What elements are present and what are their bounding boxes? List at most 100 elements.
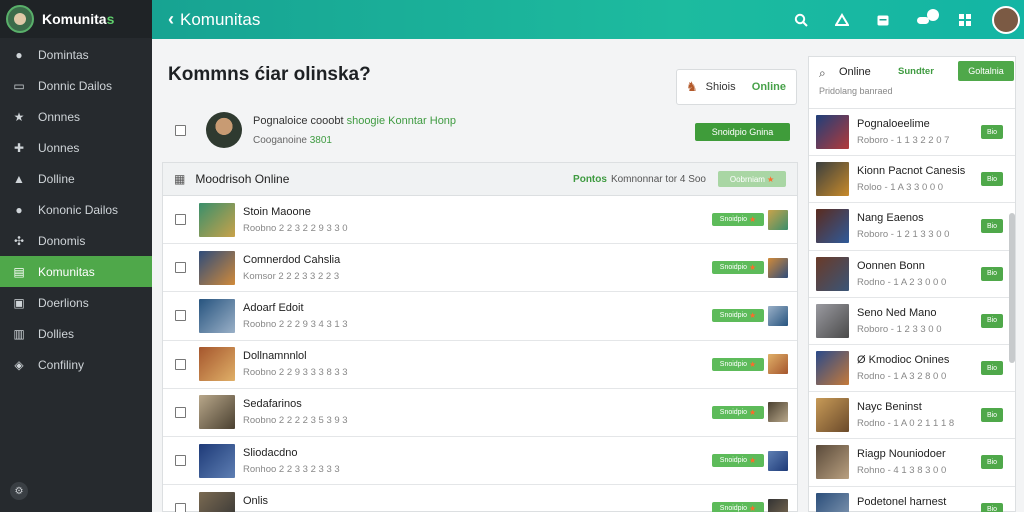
row-tag[interactable]: Snoidpio ★: [712, 405, 764, 419]
panel-scrollbar[interactable]: [1009, 213, 1015, 363]
sidebar-item[interactable]: ▣ Doerlions: [0, 287, 152, 318]
panel-item[interactable]: Riagp Nouniodoer Rohno - 4 1 3 8 3 0 0 Bio: [809, 439, 1015, 487]
sidebar-item[interactable]: ● Domintas: [0, 39, 152, 70]
row-thumbnail: [199, 298, 235, 333]
panel-list: Pognaloeelime Roboro - 1 1 3 2 2 0 7 Bio Ki…: [809, 109, 1015, 512]
brand[interactable]: Komunitas: [0, 0, 152, 38]
row-meta: Roobno 2 2 3 2 2 9 3 3 0: [243, 222, 348, 234]
panel-item-name: Podetonel harnest: [857, 495, 947, 508]
panel-item[interactable]: Ø Kmodioc Onines Rodno - 1 A 3 2 8 0 0 Bio: [809, 345, 1015, 393]
row-name: Dollnamnnlol: [243, 350, 307, 363]
row-mini-thumbnail[interactable]: [768, 305, 788, 326]
sidebar-item-label: Donomis: [38, 233, 86, 248]
sidebar-item[interactable]: ★ Onnnes: [0, 101, 152, 132]
row-checkbox[interactable]: [175, 214, 186, 226]
calendar-icon[interactable]: [870, 7, 896, 33]
row-name: Adoarf Edoit: [243, 301, 304, 314]
panel-item-meta: Roloo - 1 A 3 3 0 0 0: [857, 182, 944, 194]
back-arrow-icon[interactable]: ‹: [168, 9, 174, 30]
row-checkbox[interactable]: [175, 503, 186, 512]
table-row[interactable]: Sedafarinos Roobno 2 2 2 2 3 5 3 9 3 Snoid…: [163, 389, 797, 437]
panel-item-tag[interactable]: Bio: [981, 266, 1003, 281]
profile-avatar: [206, 112, 242, 148]
sidebar-item[interactable]: ✣ Donomis: [0, 225, 152, 256]
row-checkbox[interactable]: [175, 455, 186, 467]
panel-item[interactable]: Nayc Beninst Rodno - 1 A 0 2 1 1 1 8 Bio: [809, 392, 1015, 440]
table-row[interactable]: Stoin Maoone Roobno 2 2 3 2 2 9 3 3 0 Snoi…: [163, 196, 797, 245]
row-checkbox[interactable]: [175, 358, 186, 370]
panel-action-button[interactable]: Goltalnia: [958, 61, 1014, 81]
panel-item-tag[interactable]: Bio: [981, 361, 1003, 376]
row-text: Dollnamnnlol Roobno 2 2 9 3 3 3 8 3 3: [243, 350, 348, 378]
profile-checkbox[interactable]: [175, 124, 186, 136]
sidebar-item[interactable]: ▭ Donnic Dailos: [0, 70, 152, 101]
panel-item-tag[interactable]: Bio: [981, 455, 1003, 470]
table-title: Moodrisoh Online: [195, 172, 290, 186]
table-row[interactable]: Adoarf Edoit Roobno 2 2 2 9 3 4 3 1 3 Snoi…: [163, 292, 797, 341]
table-row[interactable]: Comnerdod Cahslia Komsor 2 2 2 3 3 2 2 3 S…: [163, 244, 797, 293]
profile-action-button[interactable]: Snoidpio Gnina: [695, 123, 790, 141]
controller-icon[interactable]: [911, 7, 939, 33]
panel-item-name: Nang Eaenos: [857, 212, 924, 225]
row-text: Sedafarinos Roobno 2 2 2 2 3 5 3 9 3: [243, 398, 348, 426]
status-label: Shiois: [705, 81, 736, 93]
panel-item-name: Riagp Nouniodoer: [857, 448, 946, 461]
sidebar-item-label: Onnnes: [38, 109, 81, 124]
panel-item[interactable]: Nang Eaenos Roboro - 1 2 1 3 3 0 0 Bio: [809, 203, 1015, 251]
apps-grid-icon[interactable]: [952, 7, 978, 33]
user-avatar[interactable]: [992, 5, 1020, 34]
row-tag[interactable]: Snoidpio ★: [712, 213, 764, 227]
row-mini-thumbnail[interactable]: [768, 402, 788, 423]
sidebar-item[interactable]: ▲ Dolline: [0, 163, 152, 194]
row-thumbnail: [199, 347, 235, 382]
table-row[interactable]: OnlisRoobno 2 2 2 3 9 9 3 Snoidpio★: [163, 485, 797, 512]
row-tag[interactable]: Snoidpio ★: [712, 261, 764, 275]
panel-filter[interactable]: Sundter: [898, 66, 934, 77]
panel-item-tag[interactable]: Bio: [981, 172, 1003, 187]
row-mini-thumbnail[interactable]: [768, 498, 788, 512]
panel-item-tag[interactable]: Bio: [981, 313, 1003, 328]
sidebar-item-label: Dollies: [38, 326, 75, 341]
row-mini-thumbnail[interactable]: [768, 209, 788, 230]
search-icon[interactable]: [788, 7, 814, 33]
search-icon[interactable]: ⌕: [819, 66, 826, 81]
row-checkbox[interactable]: [175, 262, 186, 274]
panel-item[interactable]: Podetonel harnestRoboro - 1 1 3 2 2 0 Bio: [809, 487, 1015, 512]
star-icon: ★: [13, 109, 25, 124]
row-mini-thumbnail[interactable]: [768, 257, 788, 278]
table-filter[interactable]: Pontos Komnonnar tor 4 Soo: [573, 174, 706, 185]
row-tag[interactable]: Snoidpio ★: [712, 454, 764, 468]
row-mini-thumbnail[interactable]: [768, 354, 788, 375]
panel-item-tag[interactable]: Bio: [981, 408, 1003, 423]
sidebar-item[interactable]: ● Kononic Dailos: [0, 194, 152, 225]
sidebar-item[interactable]: ▤ Komunitas: [0, 256, 152, 287]
panel-item-text: Oonnen Bonn Rodno - 1 A 2 3 0 0 0: [857, 260, 946, 288]
sidebar-nav: ● Domintas ▭ Donnic Dailos ★ Onnnes ✚ Uonnes ▲ Do…: [0, 39, 152, 380]
table-header-button[interactable]: Oobrniam ★: [718, 171, 786, 187]
sidebar-item[interactable]: ✚ Uonnes: [0, 132, 152, 163]
layers-icon: ◈: [14, 357, 24, 372]
row-checkbox[interactable]: [175, 406, 186, 418]
row-tag[interactable]: Snoidpio ★: [712, 357, 764, 371]
row-thumbnail: [199, 443, 235, 478]
table-row[interactable]: Sliodacdno Ronhoo 2 2 3 3 2 3 3 3 Snoidpio…: [163, 437, 797, 486]
sidebar-item[interactable]: ◈ Confiliny: [0, 349, 152, 380]
status-card[interactable]: ♞ Shiois Online: [676, 69, 797, 105]
row-mini-thumbnail[interactable]: [768, 450, 788, 471]
table-row[interactable]: Dollnamnnlol Roobno 2 2 9 3 3 3 8 3 3 Snoi…: [163, 341, 797, 389]
sidebar-item[interactable]: ▥ Dollies: [0, 318, 152, 349]
row-checkbox[interactable]: [175, 310, 186, 322]
panel-item[interactable]: Pognaloeelime Roboro - 1 1 3 2 2 0 7 Bio: [809, 109, 1015, 157]
panel-item[interactable]: Kionn Pacnot Canesis Roloo - 1 A 3 3 0 0 …: [809, 156, 1015, 204]
panel-item-text: Seno Ned Mano Roboro - 1 2 3 3 0 0: [857, 307, 942, 335]
panel-item[interactable]: Seno Ned Mano Roboro - 1 2 3 3 0 0 Bio: [809, 298, 1015, 345]
panel-item-tag[interactable]: Bio: [981, 125, 1003, 140]
triangle-icon[interactable]: [829, 7, 855, 33]
row-tag[interactable]: Snoidpio ★: [712, 502, 764, 512]
panel-item-tag[interactable]: Bio: [981, 219, 1003, 234]
panel-item-tag[interactable]: Bio: [981, 502, 1003, 512]
panel-thumbnail: [816, 351, 849, 386]
panel-item[interactable]: Oonnen Bonn Rodno - 1 A 2 3 0 0 0 Bio: [809, 251, 1015, 298]
settings-icon[interactable]: ⚙: [10, 482, 28, 500]
row-tag[interactable]: Snoidpio ★: [712, 309, 764, 323]
